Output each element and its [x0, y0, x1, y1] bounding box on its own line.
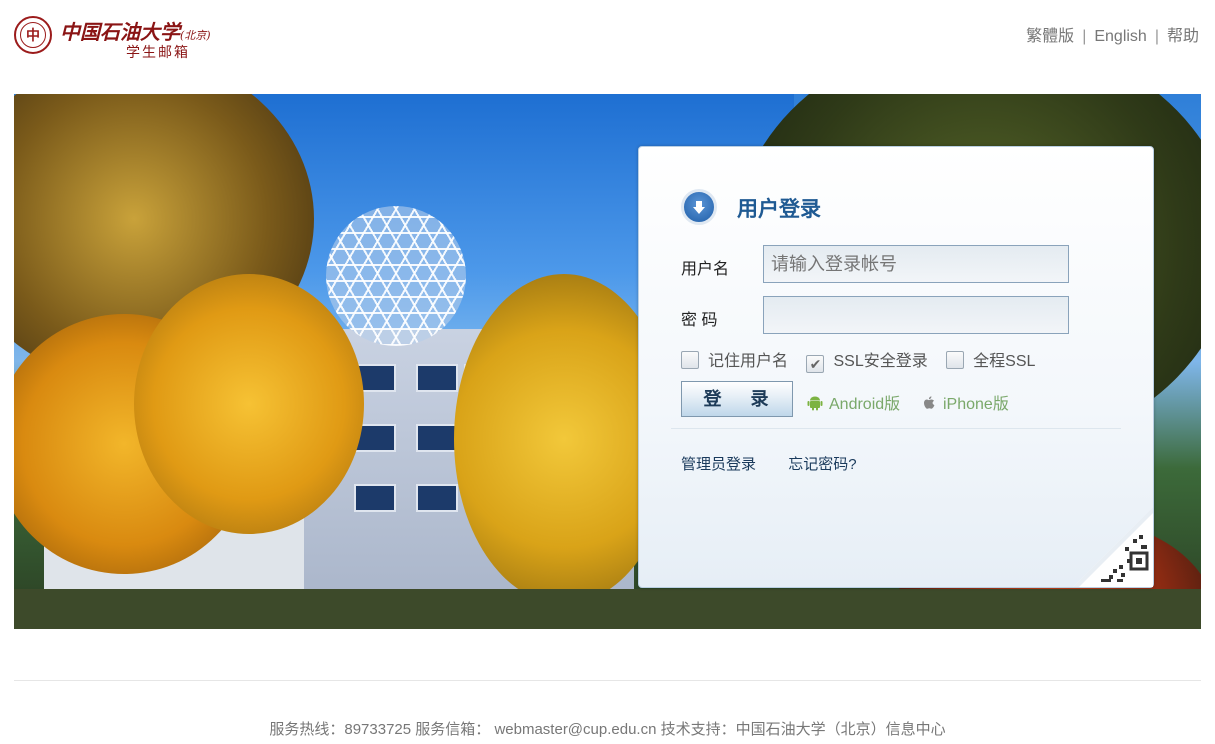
footer-contact: 服务热线：89733725 服务信箱： webmaster@cup.edu.cn… — [269, 721, 946, 738]
panel-divider — [671, 428, 1121, 429]
login-title: 用户登录 — [737, 198, 821, 221]
down-arrow-icon — [681, 189, 717, 225]
university-seal-icon: 中 — [14, 16, 52, 54]
building-window — [416, 364, 458, 392]
banner-geodesic-dome — [326, 206, 466, 346]
android-icon — [807, 395, 823, 414]
qr-code-icon[interactable] — [1073, 507, 1153, 587]
link-separator: | — [1082, 28, 1087, 45]
ssl-login-checkbox[interactable]: ✔ — [806, 355, 825, 373]
university-name-campus: (北京) — [180, 29, 211, 42]
panel-bottom-links: 管理员登录 忘记密码? — [681, 453, 885, 474]
university-name: 中国石油大学(北京) — [60, 16, 211, 45]
full-ssl-checkbox[interactable] — [946, 351, 965, 369]
login-button[interactable]: 登 录 — [681, 381, 793, 417]
remember-username-label: 记住用户名 — [708, 353, 789, 370]
admin-login-link[interactable]: 管理员登录 — [681, 456, 756, 473]
building-window — [354, 484, 396, 512]
android-label: Android版 — [829, 396, 901, 413]
full-ssl-label: 全程SSL — [973, 353, 1036, 370]
link-separator: | — [1154, 28, 1159, 45]
username-label: 用户名 — [681, 261, 730, 278]
forgot-password-link[interactable]: 忘记密码? — [788, 456, 856, 473]
android-app-link[interactable]: Android版 — [807, 390, 900, 414]
banner-ground — [14, 589, 1201, 629]
footer-divider — [14, 680, 1201, 681]
apple-icon — [921, 395, 937, 414]
remember-username-option[interactable]: 记住用户名 — [681, 347, 788, 371]
banner-tree — [134, 274, 364, 534]
building-window — [416, 424, 458, 452]
full-ssl-option[interactable]: 全程SSL — [946, 347, 1035, 371]
password-input[interactable] — [763, 296, 1069, 334]
remember-username-checkbox[interactable] — [681, 351, 699, 369]
english-link[interactable]: English — [1094, 28, 1146, 45]
top-links: 繁體版 | English | 帮助 — [1026, 22, 1199, 46]
username-input[interactable] — [763, 245, 1069, 283]
university-name-main: 中国石油大学 — [60, 20, 180, 44]
site-logo[interactable]: 中 中国石油大学(北京) 学生邮箱 — [14, 16, 211, 62]
login-panel: 用户登录 用户名 密 码 记住用户名 ✔ SSL安全登录 全程SSL 登 录 An… — [638, 146, 1154, 588]
ssl-login-label: SSL安全登录 — [833, 353, 928, 370]
building-window — [416, 484, 458, 512]
iphone-app-link[interactable]: iPhone版 — [921, 390, 1009, 414]
traditional-chinese-link[interactable]: 繁體版 — [1026, 28, 1074, 45]
iphone-label: iPhone版 — [943, 396, 1009, 413]
seal-glyph: 中 — [20, 22, 46, 48]
password-label: 密 码 — [681, 312, 718, 329]
ssl-login-option[interactable]: ✔ SSL安全登录 — [806, 347, 928, 373]
site-subtitle: 学生邮箱 — [126, 45, 190, 61]
login-options: 记住用户名 ✔ SSL安全登录 全程SSL — [681, 347, 1049, 373]
help-link[interactable]: 帮助 — [1167, 28, 1199, 45]
